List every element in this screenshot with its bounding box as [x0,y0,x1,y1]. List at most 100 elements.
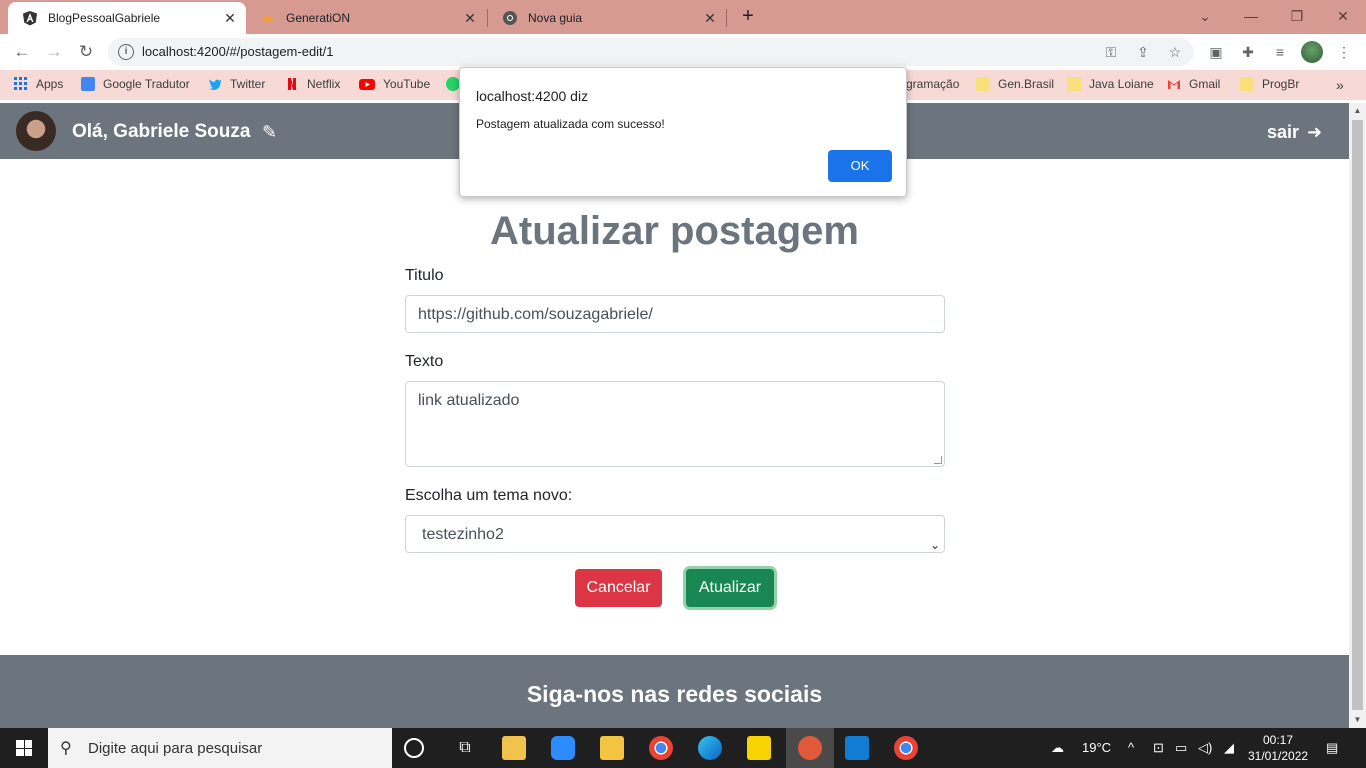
bookmark-progbr[interactable]: ProgBr [1240,77,1299,91]
bookmark-apps[interactable]: Apps [14,77,63,91]
logout-link[interactable]: sair [1267,122,1299,143]
texto-textarea[interactable]: link atualizado [405,381,945,467]
forward-icon[interactable]: → [42,40,66,64]
search-placeholder: Digite aqui para pesquisar [88,740,263,757]
file-explorer-icon[interactable] [600,736,624,760]
bookmark-programacao[interactable]: gramação [906,77,959,91]
address-bar[interactable]: i localhost:4200/#/postagem-edit/1 ⚿ ⇪ ☆ [108,38,1194,66]
footer-title: Siga-nos nas redes sociais [526,681,823,707]
bookmark-label: Gmail [1189,77,1221,91]
minimize-icon[interactable]: — [1228,4,1274,28]
edge-icon[interactable] [698,736,722,760]
apps-grid-icon [14,77,28,91]
tema-select[interactable]: testezinho2 ⌄ [405,515,945,553]
new-tab-icon[interactable]: + [737,5,759,27]
close-tab-icon[interactable]: ✕ [702,10,718,26]
wifi-icon[interactable]: ◢ [1224,740,1234,756]
cancel-button[interactable]: Cancelar [575,569,662,607]
resize-handle-icon[interactable] [934,456,942,464]
bookmark-netflix[interactable]: Netflix [285,77,340,91]
tab-label: GeneratiON [286,11,351,25]
more-bookmarks-icon[interactable]: » [1336,77,1344,93]
bookmark-label: Netflix [307,77,341,91]
bookmark-label: Google Tradutor [103,77,190,91]
info-icon[interactable]: i [118,44,134,60]
volume-icon[interactable]: ◁) [1198,740,1212,756]
avatar [16,111,56,151]
tab-nova-guia[interactable]: Nova guia ✕ [488,2,726,34]
notifications-icon[interactable]: ▤ [1326,740,1338,756]
star-icon[interactable]: ☆ [1166,44,1184,60]
tab-separator [726,9,727,27]
back-icon[interactable]: ← [10,40,34,64]
dialog-message: Postagem atualizada com sucesso! [476,117,665,131]
chrome-taskbar-icon[interactable] [649,736,673,760]
close-window-icon[interactable]: ✕ [1320,4,1366,28]
dialog-ok-button[interactable]: OK [828,150,892,182]
extension-icon[interactable]: ▣ [1206,43,1226,61]
sign-out-icon[interactable]: ➜ [1307,122,1327,142]
chevron-down-icon: ⌄ [929,538,940,552]
weather-temp[interactable]: 19°C [1082,740,1111,755]
clock-time: 00:17 [1262,733,1294,747]
tab-blogpessoal[interactable]: BlogPessoalGabriele ✕ [8,2,246,34]
whatsapp-icon [446,77,460,91]
store-icon[interactable] [502,736,526,760]
profile-avatar[interactable] [1301,41,1323,63]
tab-search-icon[interactable]: ⌄ [1182,4,1228,28]
tray-chevron-icon[interactable]: ^ [1128,740,1134,755]
update-button[interactable]: Atualizar [686,569,774,607]
scroll-down-icon[interactable]: ▼ [1353,715,1362,724]
titulo-value: https://github.com/souzagabriele/ [418,306,653,323]
taskbar-clock[interactable]: 00:17 31/01/2022 [1248,732,1308,764]
footer: Siga-nos nas redes sociais [0,655,1349,728]
texto-value: link atualizado [418,392,520,409]
media-icon[interactable]: ≡ [1270,43,1290,61]
page-title: Atualizar postagem [490,209,859,253]
bookmark-gen-brasil[interactable]: Gen.Brasil [976,77,1054,91]
scroll-up-icon[interactable]: ▲ [1353,106,1362,115]
close-tab-icon[interactable]: ✕ [462,10,478,26]
task-view-icon[interactable]: ⧉ [453,736,477,760]
texto-label: Texto [405,353,444,370]
reload-icon[interactable]: ↻ [74,40,98,64]
bookmark-label: YouTube [383,77,431,91]
start-button[interactable] [0,728,48,768]
zoom-icon[interactable] [551,736,575,760]
bookmark-twitter[interactable]: Twitter [208,77,265,91]
tab-label: BlogPessoalGabriele [48,11,161,25]
windows-taskbar: ⚲ Digite aqui para pesquisar ⧉ ☁ 19°C ^ … [0,728,1366,768]
taskbar-search[interactable]: ⚲ Digite aqui para pesquisar [48,728,392,768]
url-text[interactable]: localhost:4200/#/postagem-edit/1 [142,44,334,59]
folder-icon [976,77,990,91]
menu-icon[interactable]: ⋮ [1334,43,1354,61]
restore-icon[interactable]: ❐ [1274,4,1320,28]
browser-toolbar: ← → ↻ i localhost:4200/#/postagem-edit/1… [0,34,1366,70]
scrollbar-thumb[interactable] [1352,120,1363,710]
battery-icon[interactable]: ▭ [1175,740,1187,756]
bookmark-java-loiane[interactable]: Java Loiane [1067,77,1154,91]
puzzle-icon[interactable]: ✚ [1238,43,1258,61]
windows-icon [16,740,32,756]
tray-app-icon[interactable]: ⊡ [1153,740,1164,756]
key-icon[interactable]: ⚿ [1102,44,1120,60]
sticky-notes-icon[interactable] [747,736,771,760]
chrome-taskbar-icon-2[interactable] [894,736,918,760]
share-icon[interactable]: ⇪ [1134,44,1152,60]
weather-icon[interactable]: ☁ [1051,740,1064,756]
bookmark-gmail[interactable]: Gmail [1167,77,1220,91]
tab-generation[interactable]: GeneratiON ✕ [246,2,486,34]
edit-profile-icon[interactable]: ✎ [262,122,282,142]
git-app-icon[interactable] [798,736,822,760]
titulo-label: Titulo [405,267,444,284]
vscode-icon[interactable] [845,736,869,760]
bookmark-google-tradutor[interactable]: Google Tradutor [81,77,190,91]
cloud-icon [260,10,276,26]
bookmark-youtube[interactable]: YouTube [359,77,430,91]
translate-icon [81,77,95,91]
cortana-icon[interactable] [404,738,424,758]
bookmark-label: Apps [36,77,64,91]
close-tab-icon[interactable]: ✕ [222,10,238,26]
titulo-input[interactable]: https://github.com/souzagabriele/ [405,295,945,333]
page-scrollbar[interactable]: ▲ ▼ [1349,103,1366,728]
